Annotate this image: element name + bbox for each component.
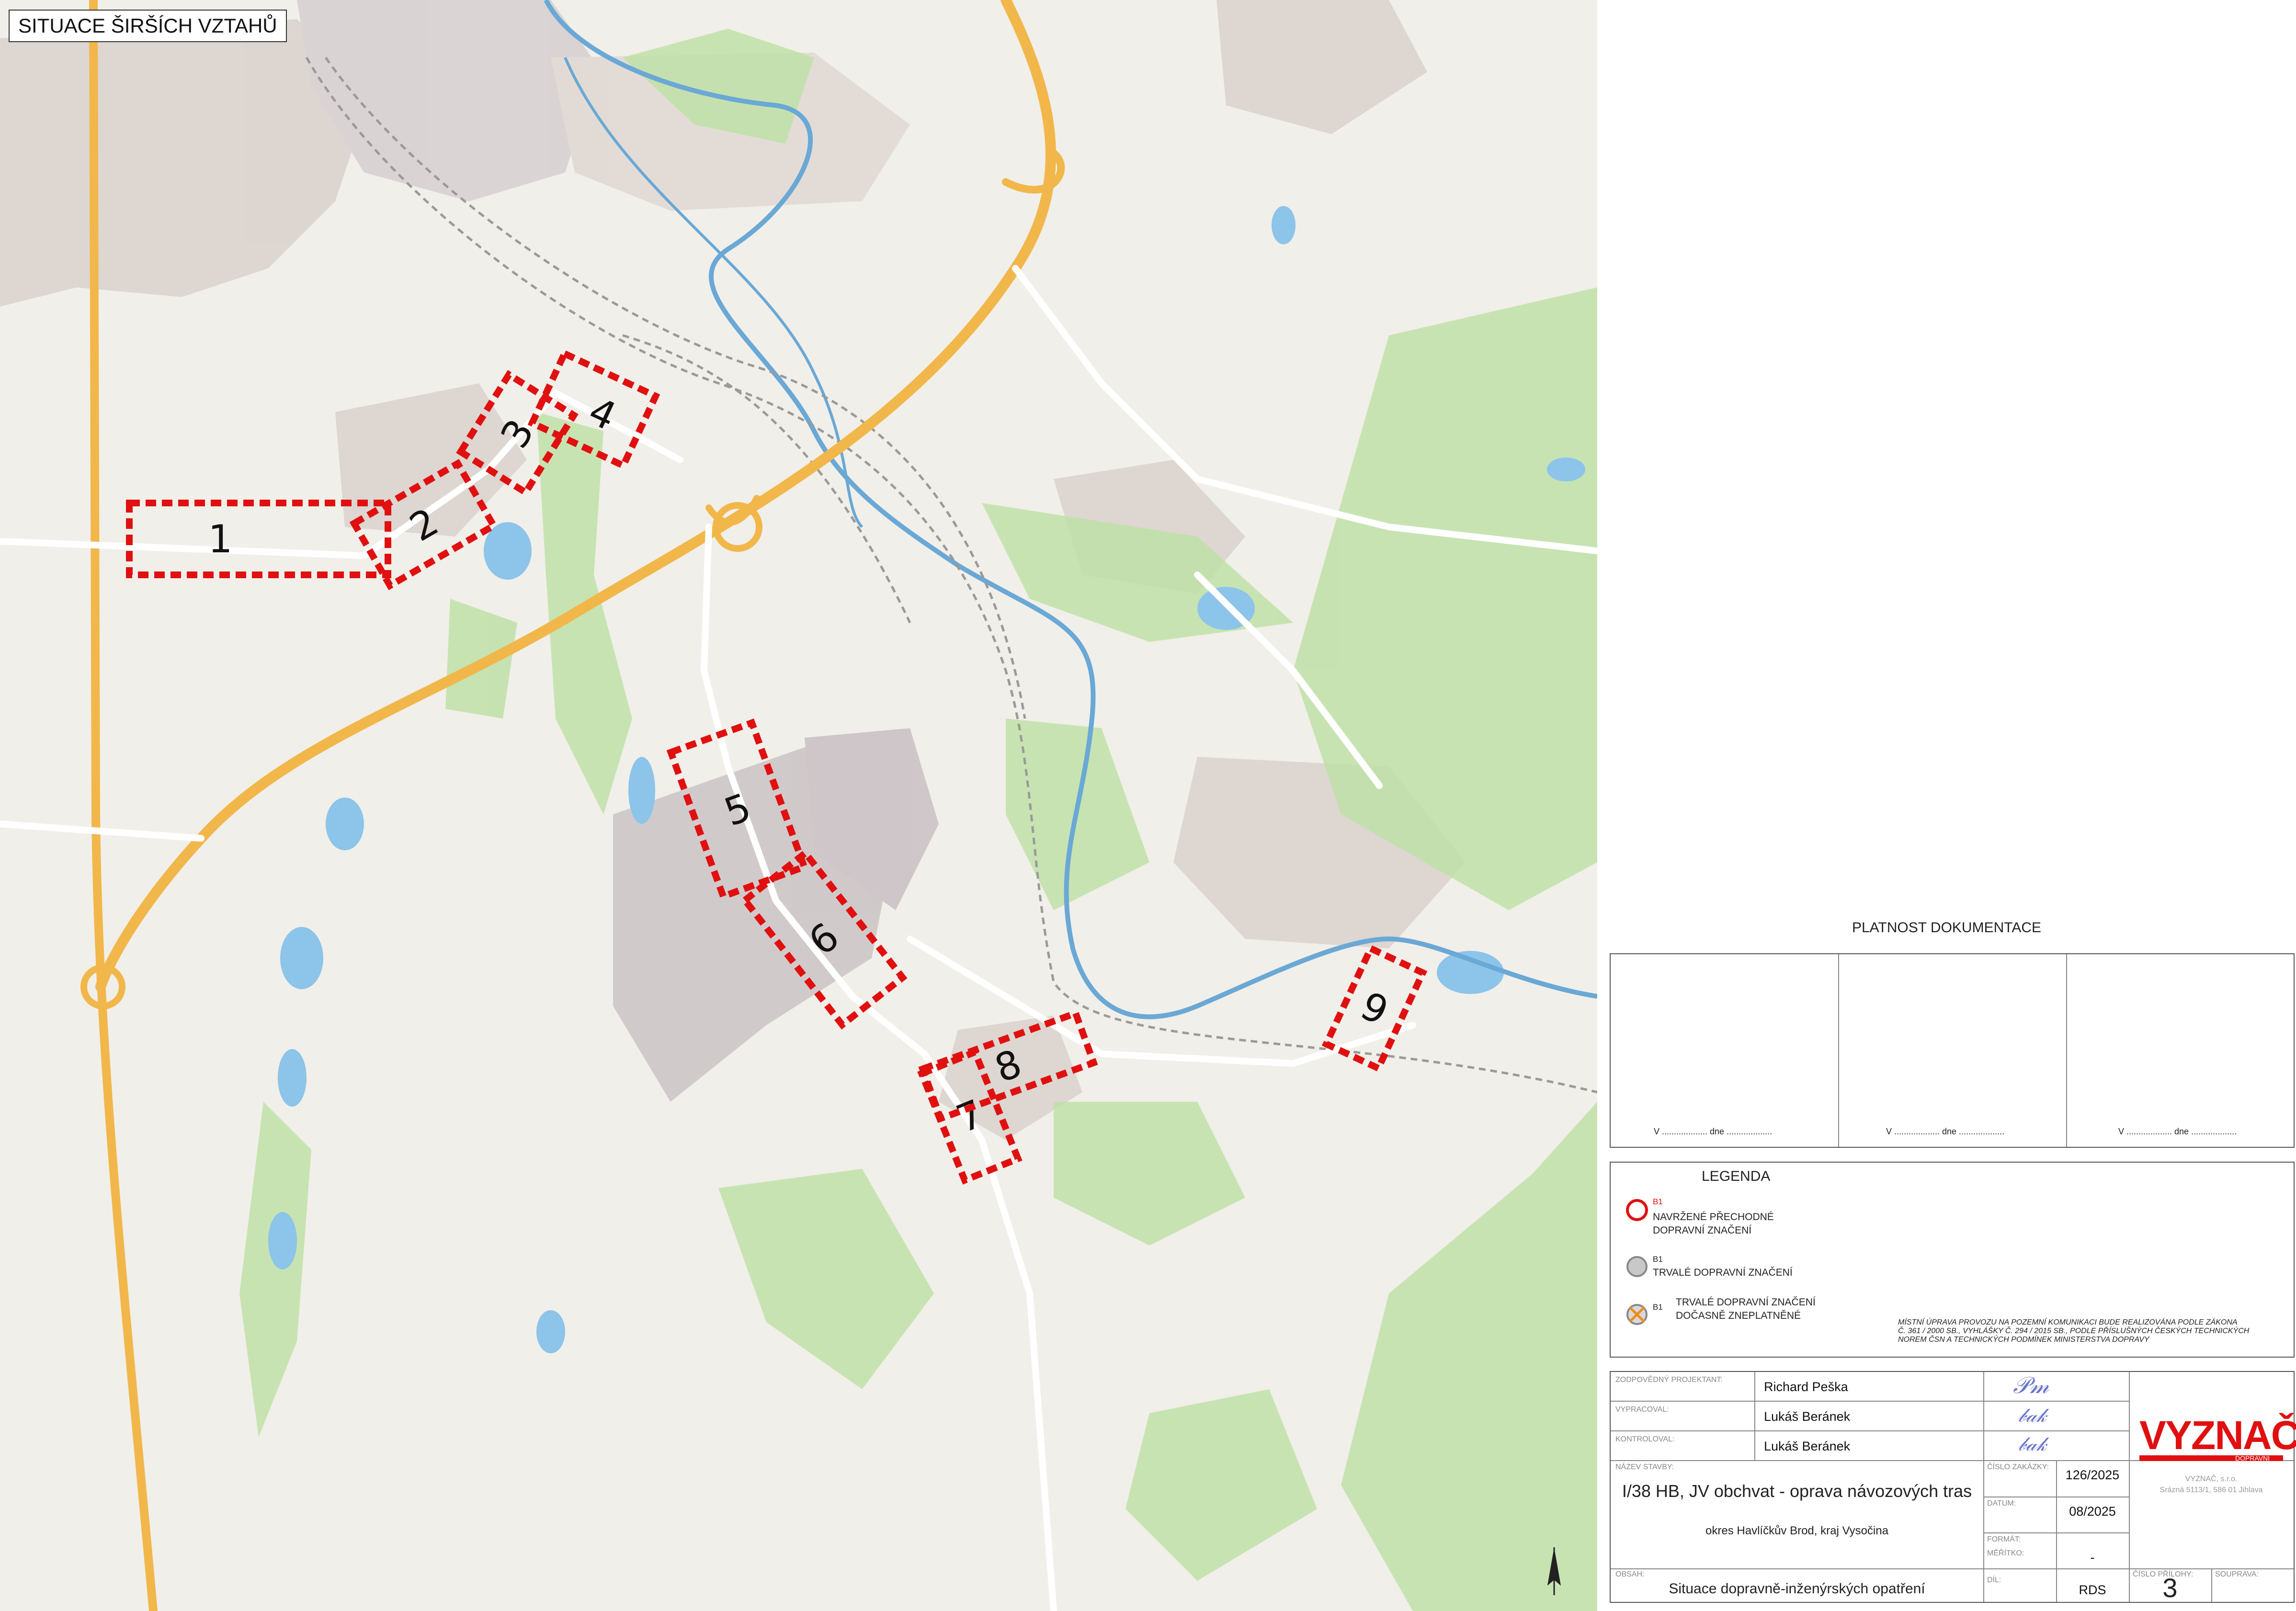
title-block: ZODPOVĚDNÝ PROJEKTANT: Richard Peška VYP… bbox=[1610, 1371, 2296, 1603]
drawn-label: VYPRACOVAL: bbox=[1615, 1405, 1669, 1414]
project-name: I/38 HB, JV obchvat - oprava návozových … bbox=[1622, 1481, 1972, 1501]
legend-item-proposed: B1 NAVRŽENÉ PŘECHODNÉ DOPRAVNÍ ZNAČENÍ bbox=[1625, 1197, 1912, 1250]
scale-value: - bbox=[2090, 1550, 2095, 1565]
content-name: Situace dopravně-inženýrských opatření bbox=[1669, 1581, 1925, 1597]
crossed-circle-icon bbox=[1626, 1304, 1648, 1325]
legend-box: LEGENDA B1 NAVRŽENÉ PŘECHODNÉ DOPRAVNÍ Z… bbox=[1610, 1162, 2295, 1358]
project-location: okres Havlíčkův Brod, kraj Vysočina bbox=[1705, 1524, 1888, 1537]
sheet-number: 3 bbox=[2162, 1573, 2178, 1603]
map-canvas: 1 23 456789 bbox=[0, 0, 1597, 1611]
legend-text: TRVALÉ DOPRAVNÍ ZNAČENÍ bbox=[1653, 1267, 1793, 1278]
project-label: NÁZEV STAVBY: bbox=[1615, 1463, 1674, 1471]
signature: 𝒷𝒶𝓀 bbox=[2018, 1433, 2047, 1455]
validity-cell-3: V ................... dne ..............… bbox=[2118, 1127, 2237, 1136]
company-address: Srázná 5113/1, 586 01 Jihlava bbox=[2160, 1486, 2263, 1494]
legend-code: B1 bbox=[1653, 1255, 1663, 1264]
checked-name: Lukáš Beránek bbox=[1764, 1439, 1851, 1453]
area-label: 1 bbox=[208, 517, 233, 561]
content-label: OBSAH: bbox=[1615, 1570, 1645, 1578]
legend-text: NAVRŽENÉ PŘECHODNÉ bbox=[1653, 1211, 1774, 1223]
designer-label: ZODPOVĚDNÝ PROJEKTANT: bbox=[1615, 1376, 1723, 1384]
stage-value: RDS bbox=[2079, 1583, 2106, 1597]
validity-box: V ................... dne ..............… bbox=[1610, 953, 2295, 1148]
grey-circle-icon bbox=[1626, 1256, 1648, 1277]
company-name: VYZNAČ, s.r.o. bbox=[2185, 1475, 2238, 1483]
validity-title: PLATNOST DOKUMENTACE bbox=[1852, 920, 2042, 936]
date-value: 08/2025 bbox=[2069, 1504, 2116, 1519]
validity-cell-2: V ................... dne ..............… bbox=[1886, 1127, 2005, 1136]
legend-text: DOPRAVNÍ ZNAČENÍ bbox=[1653, 1225, 1752, 1236]
checked-label: KONTROLOVAL: bbox=[1615, 1435, 1675, 1443]
company-logo: VYZNAČ DOPRAVNÍ ZNAČENÍ bbox=[2139, 1413, 2296, 1470]
drawing-panel: PLATNOST DOKUMENTACE V .................… bbox=[1597, 0, 2296, 1611]
signature: 𝒫𝓂 bbox=[2013, 1372, 2049, 1399]
stage-label: DÍL: bbox=[1987, 1576, 2001, 1584]
validity-cell-1: V ................... dne ..............… bbox=[1654, 1127, 1773, 1136]
map-title: SITUACE ŠIRŠÍCH VZTAHŮ bbox=[9, 10, 287, 42]
date-label: DATUM: bbox=[1987, 1499, 2016, 1508]
signature: 𝒷𝒶𝓀 bbox=[2018, 1405, 2047, 1427]
scale-label: MĚŘÍTKO: bbox=[1987, 1549, 2024, 1557]
legend-item-invalidated: B1 TRVALÉ DOPRAVNÍ ZNAČENÍ DOČASNĚ ZNEPL… bbox=[1625, 1297, 1912, 1350]
legend-note: MÍSTNÍ ÚPRAVA PROVOZU NA POZEMNÍ KOMUNIK… bbox=[1898, 1318, 2250, 1344]
order-value: 126/2025 bbox=[2065, 1468, 2120, 1482]
legend-text: TRVALÉ DOPRAVNÍ ZNAČENÍ bbox=[1676, 1297, 1816, 1308]
legend-text: DOČASNĚ ZNEPLATNĚNÉ bbox=[1676, 1310, 1801, 1321]
legend-title: LEGENDA bbox=[1702, 1168, 1771, 1184]
red-ring-icon bbox=[1626, 1199, 1648, 1221]
designer-name: Richard Peška bbox=[1764, 1380, 1848, 1394]
order-label: ČÍSLO ZAKÁZKY: bbox=[1987, 1463, 2049, 1471]
legend-code: B1 bbox=[1653, 1197, 1663, 1206]
revision-label: SOUPRAVA: bbox=[2215, 1570, 2259, 1578]
format-label: FORMÁT: bbox=[1987, 1535, 2021, 1543]
drawn-name: Lukáš Beránek bbox=[1764, 1409, 1851, 1424]
legend-item-permanent: B1 TRVALÉ DOPRAVNÍ ZNAČENÍ bbox=[1625, 1255, 1912, 1293]
legend-code: B1 bbox=[1653, 1303, 1663, 1312]
